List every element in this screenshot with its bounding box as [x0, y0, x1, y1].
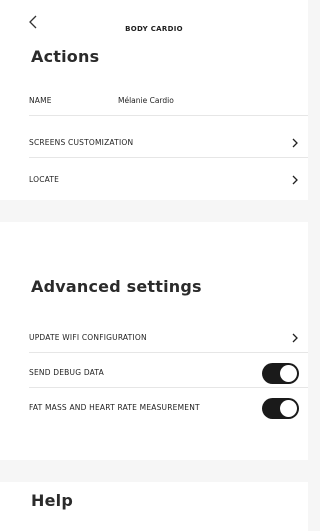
actions-section: Actions NAME Mélanie Cardio SCREENS CUST… [0, 40, 308, 200]
toggle-knob [280, 400, 297, 417]
advanced-settings-heading: Advanced settings [31, 277, 202, 296]
fat-mass-heart-rate-toggle[interactable] [262, 398, 299, 419]
top-bar: BODY CARDIO [0, 0, 308, 40]
toggle-knob [280, 365, 297, 382]
chevron-right-icon [292, 138, 298, 148]
chevron-right-icon [292, 175, 298, 185]
divider [29, 352, 308, 353]
help-section: Help [0, 482, 308, 531]
divider [29, 387, 308, 388]
divider [29, 115, 308, 116]
locate-row[interactable]: LOCATE [29, 165, 308, 195]
help-heading: Help [31, 491, 73, 510]
advanced-settings-section: Advanced settings UPDATE WIFI CONFIGURAT… [0, 222, 308, 460]
update-wifi-row[interactable]: UPDATE WIFI CONFIGURATION [29, 323, 308, 353]
divider [29, 157, 308, 158]
send-debug-data-row: SEND DEBUG DATA [29, 358, 308, 388]
send-debug-data-toggle[interactable] [262, 363, 299, 384]
screens-customization-row[interactable]: SCREENS CUSTOMIZATION [29, 128, 308, 158]
name-value: Mélanie Cardio [118, 96, 174, 105]
send-debug-data-label: SEND DEBUG DATA [29, 368, 104, 377]
fat-mass-heart-rate-label: FAT MASS AND HEART RATE MEASUREMENT [29, 403, 200, 412]
name-label: NAME [29, 96, 52, 105]
chevron-right-icon [292, 333, 298, 343]
locate-label: LOCATE [29, 175, 60, 184]
fat-mass-heart-rate-row: FAT MASS AND HEART RATE MEASUREMENT [29, 393, 308, 423]
screens-customization-label: SCREENS CUSTOMIZATION [29, 138, 134, 147]
name-row[interactable]: NAME Mélanie Cardio [29, 86, 308, 116]
update-wifi-label: UPDATE WIFI CONFIGURATION [29, 333, 147, 342]
actions-heading: Actions [31, 47, 100, 66]
page-title: BODY CARDIO [125, 25, 183, 33]
